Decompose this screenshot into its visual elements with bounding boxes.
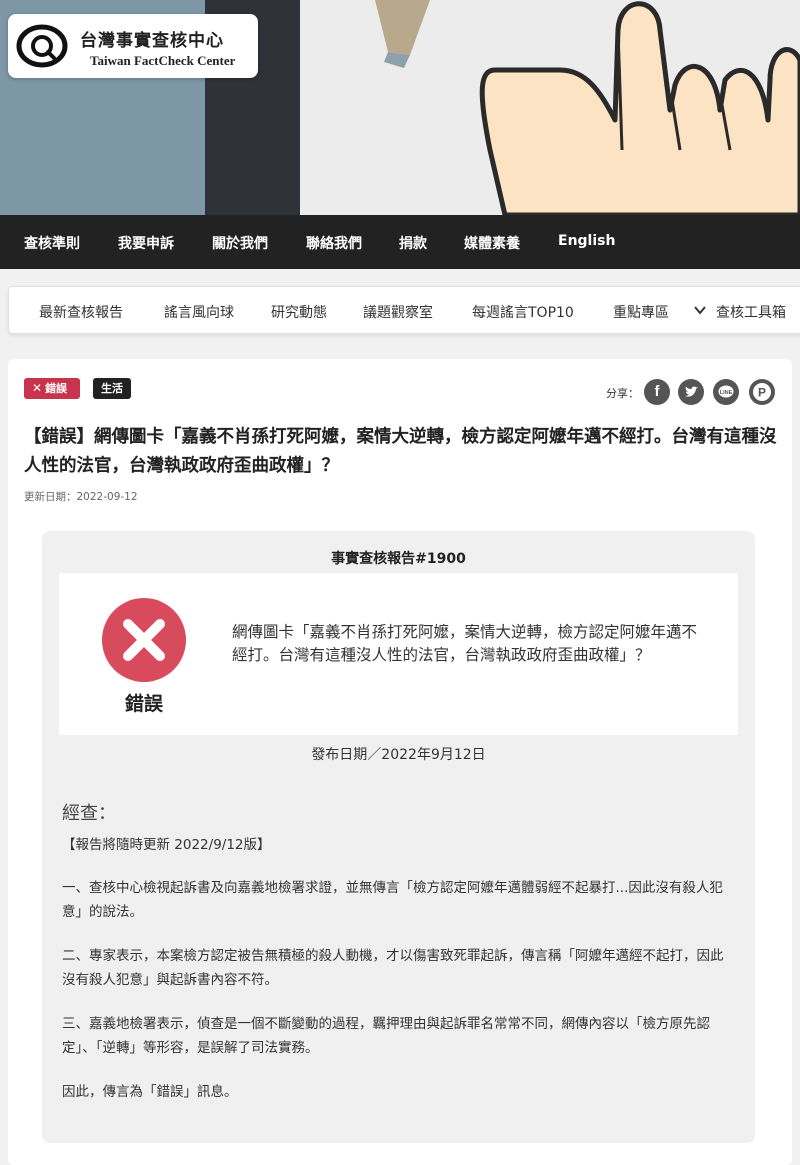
svg-text:LINE: LINE <box>720 390 733 396</box>
report-paragraph: 三、嘉義地檢署表示，偵查是一個不斷變動的過程，羈押理由與起訴罪名常常不同，網傳內… <box>62 1016 710 1056</box>
report-conclusion: 因此，傳言為「錯誤」訊息。 <box>62 1084 238 1100</box>
logo-name-zh: 台灣事實查核中心 <box>80 31 224 51</box>
report-paragraph: 一、查核中心檢視起訴書及向嘉義地檢署求證，並無傳言「檢方認定阿嬤年邁體弱經不起暴… <box>62 880 723 920</box>
pointing-hand-illustration <box>375 0 800 215</box>
subnav-item-latest-reports[interactable]: 最新查核報告 <box>39 302 123 322</box>
nav-item-donate[interactable]: 捐款 <box>399 233 427 253</box>
facebook-icon[interactable]: f <box>644 379 670 405</box>
top-nav: 查核準則 我要申訴 關於我們 聯絡我們 捐款 媒體素養 English <box>0 215 800 269</box>
article-title: 【錯誤】網傳圖卡「嘉義不肖孫打死阿嬤，案情大逆轉，檢方認定阿嬤年邁不經打。台灣有… <box>24 427 777 476</box>
close-icon: ✕ <box>32 381 43 395</box>
subnav-item-featured[interactable]: 重點專區 <box>613 302 669 322</box>
claim-text: 網傳圖卡「嘉義不肖孫打死阿嬤，案情大逆轉，檢方認定阿嬤年邁不經打。台灣有這種沒人… <box>232 623 698 664</box>
twitter-icon[interactable] <box>678 379 704 405</box>
report-paragraph: 【報告將隨時更新 2022/9/12版】 <box>62 837 271 853</box>
article-card: ✕ 錯誤 生活 分享： f LINE P 【錯誤】網傳圖卡「嘉義不肖孫打死阿嬤，案… <box>8 359 792 1165</box>
magnifier-eye-icon <box>16 24 68 68</box>
updated-date: 更新日期：2022-09-12 <box>24 491 138 503</box>
category-badge[interactable]: 生活 <box>93 378 131 399</box>
verdict-box: 錯誤 網傳圖卡「嘉義不肖孫打死阿嬤，案情大逆轉，檢方認定阿嬤年邁不經打。台灣有這… <box>59 573 738 735</box>
plurk-icon[interactable]: P <box>749 379 775 405</box>
verdict-label: 錯誤 <box>124 693 163 715</box>
report-heading: 事實查核報告#1900 <box>331 551 466 567</box>
verdict-badge-label: 錯誤 <box>45 382 68 395</box>
svg-text:P: P <box>758 386 766 400</box>
site-logo[interactable]: 台灣事實查核中心 Taiwan FactCheck Center <box>8 14 258 78</box>
false-verdict-icon <box>102 598 186 682</box>
nav-item-about[interactable]: 關於我們 <box>212 233 268 253</box>
subnav-item-toolbox[interactable]: 查核工具箱 <box>716 302 786 322</box>
nav-item-contact[interactable]: 聯絡我們 <box>306 233 362 253</box>
nav-item-media-literacy[interactable]: 媒體素養 <box>464 233 520 253</box>
subnav-item-rumor-trends[interactable]: 謠言風向球 <box>164 302 234 322</box>
chevron-down-icon[interactable] <box>693 303 707 317</box>
fact-check-report: 事實查核報告#1900 錯誤 網傳圖卡「嘉義不肖孫打死阿嬤，案情大逆轉，檢方認定… <box>42 531 755 1143</box>
line-icon[interactable]: LINE <box>713 379 739 405</box>
subnav-item-issue-observatory[interactable]: 議題觀察室 <box>363 302 433 322</box>
nav-item-appeal[interactable]: 我要申訴 <box>118 233 174 253</box>
verdict-badge[interactable]: ✕ 錯誤 <box>24 378 80 399</box>
subnav-item-weekly-top10[interactable]: 每週謠言TOP10 <box>472 302 574 322</box>
subnav-item-research[interactable]: 研究動態 <box>271 302 327 322</box>
logo-name-en: Taiwan FactCheck Center <box>90 53 236 68</box>
check-heading: 經查： <box>62 803 116 824</box>
nav-item-english[interactable]: English <box>558 233 615 249</box>
sub-nav: 最新查核報告 謠言風向球 研究動態 議題觀察室 每週謠言TOP10 重點專區 查… <box>8 286 800 334</box>
report-paragraph: 二、專家表示，本案檢方認定被告無積極的殺人動機，才以傷害致死罪起訴，傳言稱「阿嬤… <box>62 948 724 988</box>
hero-banner: 台灣事實查核中心 Taiwan FactCheck Center <box>0 0 800 215</box>
nav-item-guidelines[interactable]: 查核準則 <box>24 233 80 253</box>
share-label: 分享： <box>606 387 639 400</box>
published-date: 發布日期／2022年9月12日 <box>311 747 486 763</box>
